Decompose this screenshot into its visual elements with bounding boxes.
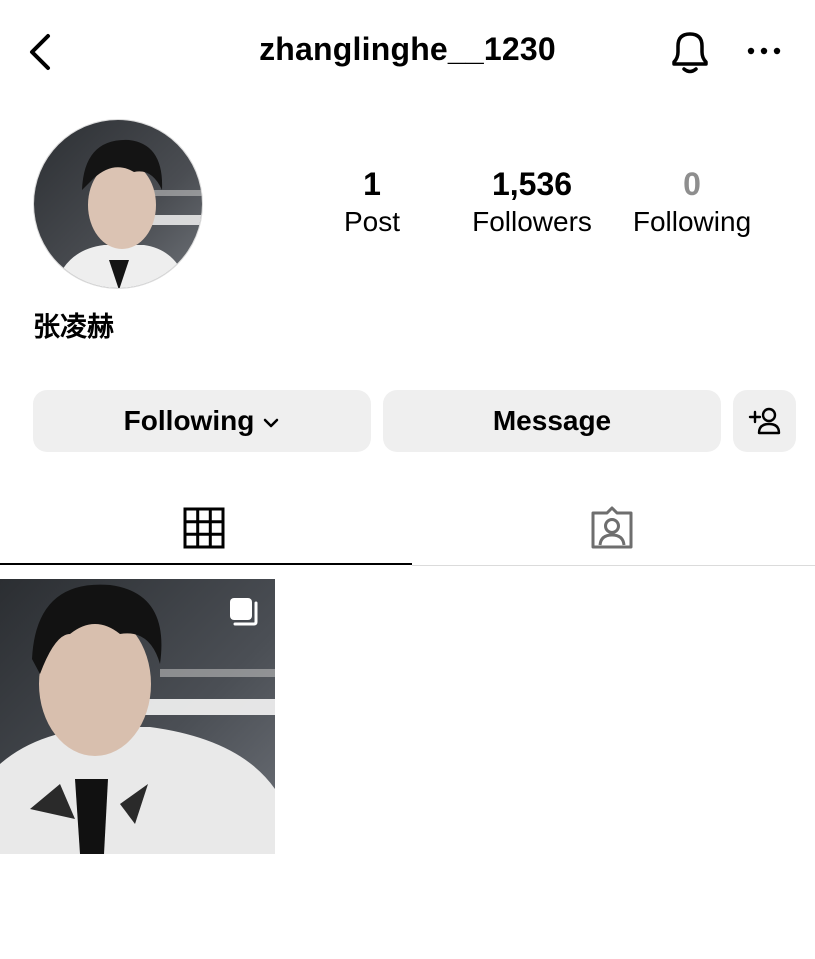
tab-tagged[interactable] xyxy=(408,492,815,564)
followers-label: Followers xyxy=(472,206,592,237)
following-stat[interactable]: 0 Following xyxy=(622,166,762,242)
avatar[interactable] xyxy=(33,119,203,289)
top-header: zhanglinghe__1230 xyxy=(0,0,815,100)
active-tab-indicator xyxy=(0,563,412,565)
profile-tabs xyxy=(0,492,815,566)
followers-stat[interactable]: 1,536 Followers xyxy=(452,166,612,242)
multiple-images-icon xyxy=(230,598,258,626)
bell-icon[interactable] xyxy=(664,26,716,78)
tagged-person-icon xyxy=(591,506,632,549)
following-button[interactable]: Following xyxy=(33,390,371,452)
add-user-icon xyxy=(748,407,780,435)
message-button[interactable]: Message xyxy=(383,390,721,452)
post-thumbnail[interactable] xyxy=(0,579,275,854)
grid-icon xyxy=(183,507,224,549)
chevron-down-icon xyxy=(264,418,279,428)
following-button-label: Following xyxy=(123,405,255,436)
following-label: Following xyxy=(632,206,752,237)
more-horizontal-icon[interactable] xyxy=(744,36,784,66)
add-user-button[interactable] xyxy=(733,390,796,452)
tab-posts[interactable] xyxy=(0,492,407,564)
tab-divider xyxy=(412,565,815,566)
display-name: 张凌赫 xyxy=(33,312,114,343)
posts-count: 1 xyxy=(363,166,381,202)
followers-count: 1,536 xyxy=(491,166,573,202)
following-count: 0 xyxy=(683,166,701,202)
posts-stat[interactable]: 1 Post xyxy=(312,166,432,242)
avatar-image xyxy=(34,120,202,288)
message-button-label: Message xyxy=(492,405,612,436)
posts-label: Post xyxy=(343,206,401,237)
